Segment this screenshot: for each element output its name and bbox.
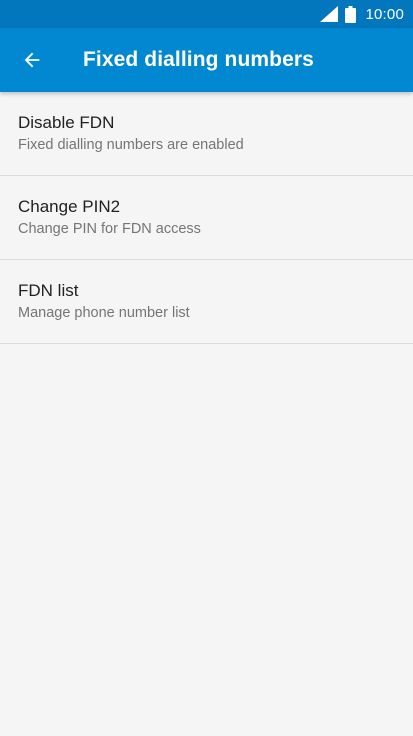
list-item-disable-fdn[interactable]: Disable FDN Fixed dialling numbers are e… [0, 92, 413, 176]
arrow-back-icon [24, 52, 40, 68]
app-bar: Fixed dialling numbers [0, 28, 413, 92]
settings-list: Disable FDN Fixed dialling numbers are e… [0, 92, 413, 344]
list-item-summary: Change PIN for FDN access [18, 221, 201, 237]
list-item-summary: Fixed dialling numbers are enabled [18, 137, 244, 153]
back-button[interactable] [0, 28, 64, 92]
list-item-title: Disable FDN [18, 113, 115, 132]
list-item-fdn-list[interactable]: FDN list Manage phone number list [0, 260, 413, 344]
list-item-title: Change PIN2 [18, 197, 121, 216]
list-item-change-pin2[interactable]: Change PIN2 Change PIN for FDN access [0, 176, 413, 260]
battery-icon [345, 5, 357, 23]
status-bar: 10:00 [0, 0, 413, 28]
status-time: 10:00 [365, 5, 404, 23]
signal-icon [320, 6, 339, 22]
page-title: Fixed dialling numbers [83, 48, 314, 71]
list-item-summary: Manage phone number list [18, 305, 190, 321]
list-item-title: FDN list [18, 281, 79, 300]
